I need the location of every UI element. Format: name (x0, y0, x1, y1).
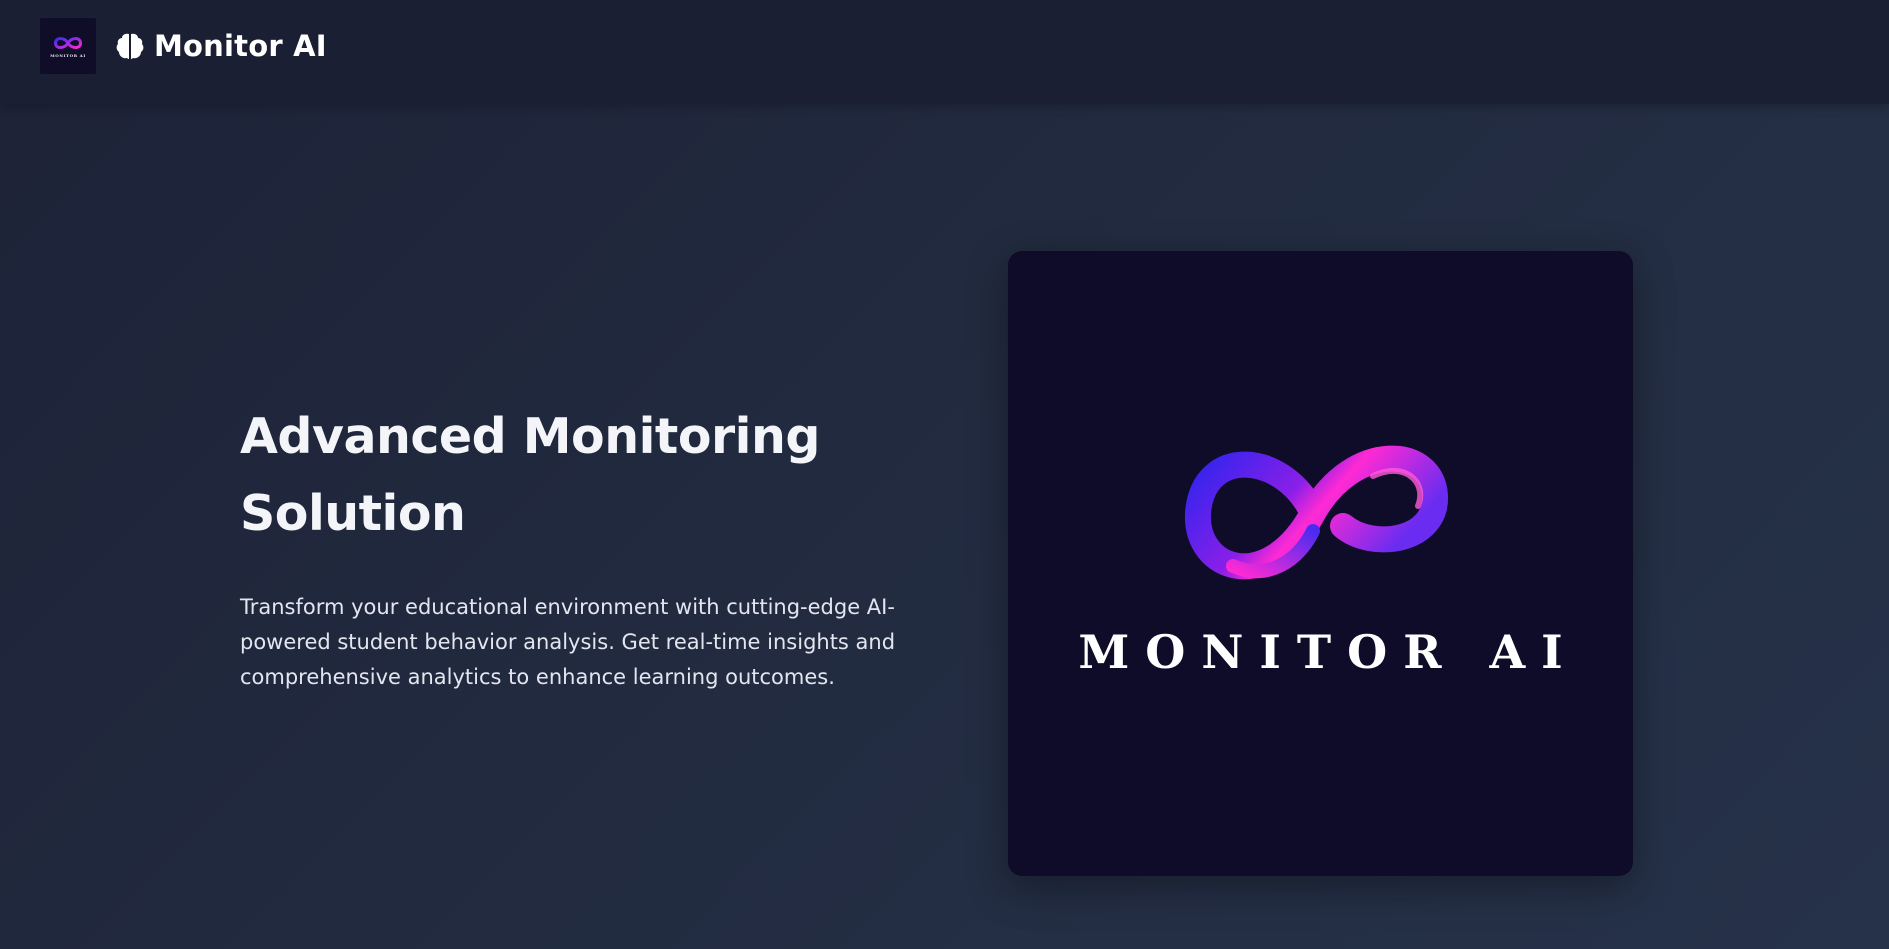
brain-icon (116, 33, 144, 59)
showcase-logo-text: MONITOR AI (1078, 625, 1579, 679)
hero-title: Advanced Monitoring Solution (240, 408, 820, 542)
logo-thumbnail-text: MONITOR AI (50, 52, 86, 58)
hero-section: Advanced Monitoring Solution Transform y… (240, 398, 940, 695)
showcase-logo-card: MONITOR AI (1008, 251, 1633, 876)
brand[interactable]: Monitor AI (114, 24, 327, 68)
infinity-icon (1184, 445, 1448, 580)
brand-name: Monitor AI (154, 29, 327, 63)
hero-description: Transform your educational environment w… (240, 595, 896, 689)
infinity-icon (53, 36, 83, 49)
top-navigation-bar: MONITOR AI Monitor AI (0, 0, 1889, 104)
logo-thumbnail[interactable]: MONITOR AI (40, 18, 96, 74)
